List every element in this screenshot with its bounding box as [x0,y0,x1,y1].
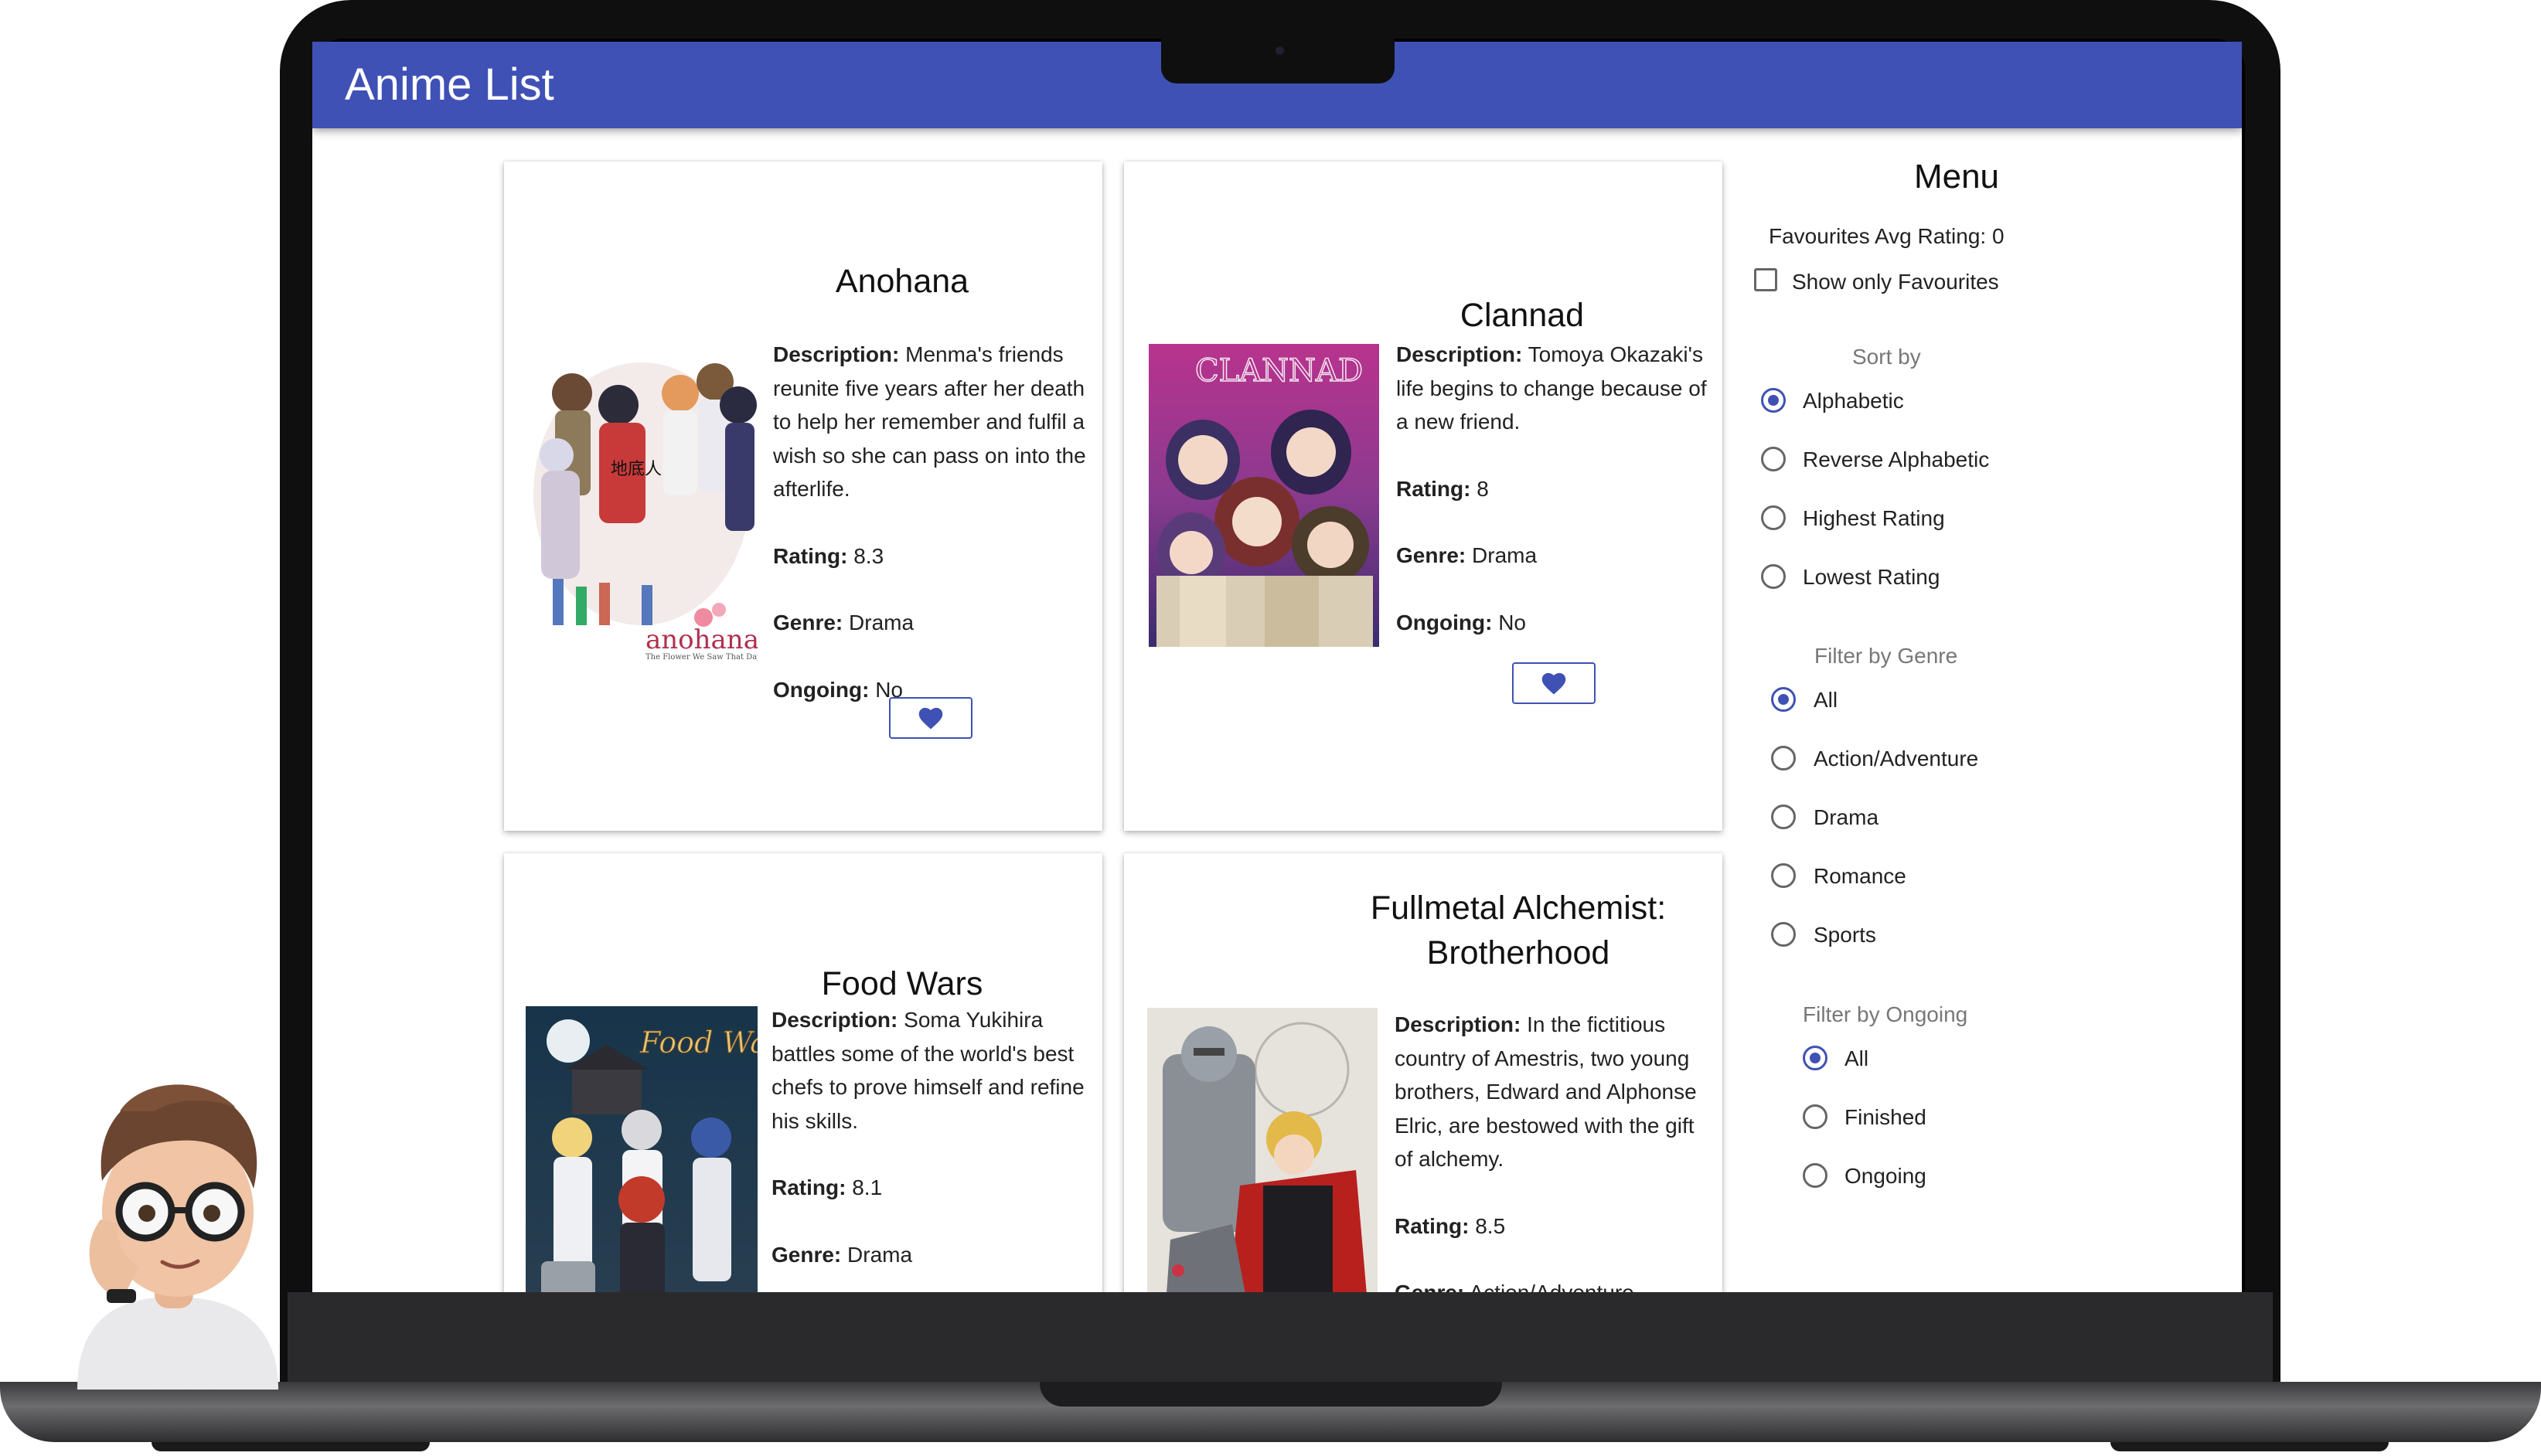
card-title: Clannad [1460,297,1585,334]
sort-alphabetic-radio[interactable] [1761,388,1786,413]
rating-value: 8.3 [853,543,884,568]
rating-label: Rating: [771,1175,846,1199]
card-info: Description: Soma Yukihira battles some … [771,1003,1092,1292]
genre-drama-radio[interactable] [1771,805,1796,829]
description-label: Description: [1396,342,1523,366]
rating-value: 8.5 [1475,1213,1506,1238]
genre-action-adventure-radio[interactable] [1771,746,1796,771]
menu-title: Menu [1913,158,2000,196]
genre-drama-label[interactable]: Drama [1814,805,1879,830]
ongoing-all-label[interactable]: All [1844,1046,1868,1071]
rating-label: Rating: [1396,476,1471,501]
genre-all-radio[interactable] [1771,687,1796,712]
favourite-button[interactable] [1512,662,1596,704]
genre-label: Genre: [1395,1281,1464,1292]
genre-label: Genre: [1396,543,1466,567]
filter-genre-label: Filter by Genre [1814,644,1958,668]
ongoing-all-radio[interactable] [1803,1046,1827,1070]
card-info: Description: In the fictitious country o… [1395,1008,1715,1292]
description-label: Description: [1395,1012,1521,1036]
filter-ongoing-label: Filter by Ongoing [1803,1002,1968,1026]
browser-viewport: Anime List Anohana 地底人 anohana The Flowe… [312,42,2242,1292]
cover-image-fullmetal-alchemist [1147,1008,1378,1292]
cover-image-anohana: 地底人 anohana The Flower We Saw That Day [526,339,758,664]
anime-card-clannad: Clannad CLANNAD Description: Tomoya Okaz… [1124,162,1722,831]
show-only-favourites-checkbox[interactable] [1754,268,1777,291]
anime-card-anohana: Anohana 地底人 anohana The Flower We Saw Th… [504,162,1102,831]
card-title: Anohana [835,263,969,300]
cover-kanji: 地底人 [611,460,662,479]
camera-notch [1161,39,1395,83]
sort-alphabetic-label[interactable]: Alphabetic [1803,389,1904,413]
favourites-avg-rating: Favourites Avg Rating: 0 [1769,224,2005,248]
ongoing-finished-radio[interactable] [1803,1104,1827,1129]
laptop-foot-left [152,1442,430,1451]
sort-reverse-alphabetic-radio[interactable] [1761,447,1786,471]
card-title: Fullmetal Alchemist: Brotherhood [1370,890,1667,971]
rating-label: Rating: [1395,1213,1470,1238]
genre-value: Drama [847,1242,913,1267]
ongoing-finished-label[interactable]: Finished [1844,1105,1926,1130]
sort-lowest-rating-label[interactable]: Lowest Rating [1803,565,1940,590]
laptop-foot-right [2110,1442,2389,1451]
card-info: Description: Tomoya Okazaki's life begin… [1396,338,1717,672]
rating-label: Rating: [773,543,848,568]
rating-value: 8 [1477,476,1489,501]
memoji-avatar [77,1084,278,1390]
cover-image-clannad: CLANNAD [1149,344,1379,647]
genre-sports-radio[interactable] [1771,922,1796,947]
card-title: Food Wars [821,965,983,1002]
genre-all-label[interactable]: All [1814,688,1838,713]
sort-highest-rating-label[interactable]: Highest Rating [1803,506,1945,531]
cover-logo: Food Wars! [639,1026,758,1060]
genre-romance-label[interactable]: Romance [1814,864,1906,889]
sort-highest-rating-radio[interactable] [1761,505,1786,530]
laptop-opening-notch [1040,1382,1502,1407]
description-label: Description: [773,342,900,366]
genre-value: Drama [849,611,915,634]
genre-label: Genre: [771,1242,842,1267]
anime-card-food-wars: Food Wars Food Wars! Description: Soma Y… [504,853,1102,1292]
sort-reverse-alphabetic-label[interactable]: Reverse Alphabetic [1803,447,1989,472]
ongoing-label: Ongoing: [773,677,870,702]
ongoing-ongoing-radio[interactable] [1803,1163,1827,1188]
ongoing-label: Ongoing: [1396,610,1493,634]
rating-value: 8.1 [852,1175,883,1199]
card-info: Description: Menma's friends reunite fiv… [773,338,1094,740]
genre-romance-radio[interactable] [1771,863,1796,888]
favourite-button[interactable] [889,697,972,739]
anime-card-fullmetal-alchemist: Fullmetal Alchemist: Brotherhood Descrip… [1124,853,1722,1292]
cover-logo: CLANNAD [1195,353,1363,389]
sort-by-label: Sort by [1852,345,1921,369]
sort-lowest-rating-radio[interactable] [1761,564,1786,589]
app-title: Anime List [345,60,554,110]
cover-subtitle: The Flower We Saw That Day [645,653,758,662]
genre-value: Action/Adventure [1469,1281,1633,1292]
heart-icon [1541,672,1566,695]
genre-label: Genre: [773,611,843,634]
genre-value: Drama [1472,543,1538,567]
show-only-favourites-label[interactable]: Show only Favourites [1792,270,1999,294]
heart-icon [918,707,943,730]
ongoing-ongoing-label[interactable]: Ongoing [1844,1164,1926,1189]
camera-lens [1276,46,1284,55]
genre-sports-label[interactable]: Sports [1814,923,1876,947]
description-label: Description: [771,1008,898,1032]
ongoing-value: No [1498,610,1526,634]
cover-image-food-wars: Food Wars! [526,1006,758,1292]
laptop-chin [288,1292,2273,1385]
genre-action-adventure-label[interactable]: Action/Adventure [1814,747,1978,771]
cover-logo: anohana [645,624,758,655]
